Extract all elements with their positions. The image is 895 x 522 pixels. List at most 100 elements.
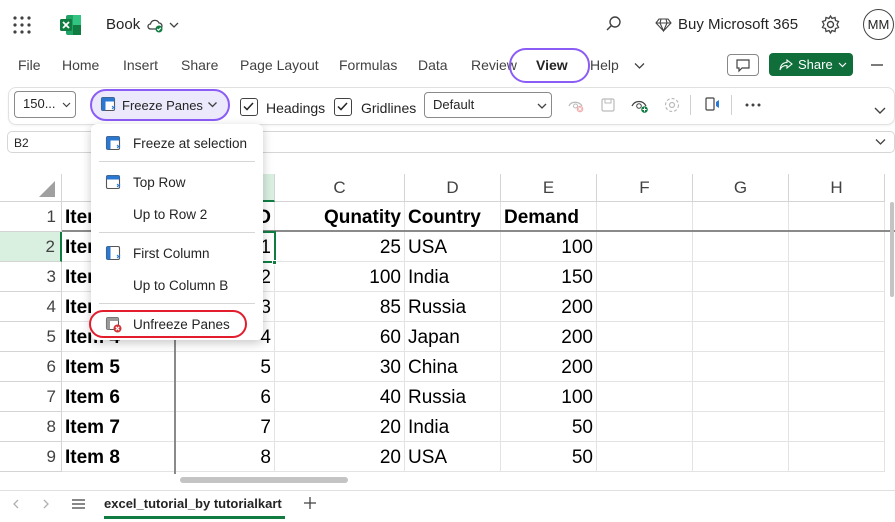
cell-empty[interactable] [693,232,789,262]
chevron-down-icon[interactable] [874,135,887,148]
cell-empty[interactable] [789,382,885,412]
chevron-down-icon[interactable] [168,19,180,31]
cell-d[interactable]: China [405,352,501,382]
comments-button[interactable] [727,54,759,76]
zoom-select[interactable]: 150... [14,91,76,118]
all-sheets-menu-icon[interactable] [71,497,86,511]
cell-e[interactable]: 50 [501,442,597,472]
row-header-5[interactable]: 5 [0,322,62,352]
cell-c[interactable]: 100 [275,262,405,292]
cell-e[interactable]: 50 [501,412,597,442]
gridlines-label[interactable]: Gridlines [361,100,416,116]
column-header-g[interactable]: G [693,174,789,202]
cell-c[interactable]: 30 [275,352,405,382]
new-view-icon[interactable] [631,96,649,114]
column-header-c[interactable]: C [275,174,405,202]
gridlines-checkbox[interactable] [334,98,352,116]
cell-empty[interactable] [693,292,789,322]
cell-c[interactable]: 20 [275,412,405,442]
cell-e1[interactable]: Demand [501,202,597,232]
cell-empty[interactable] [789,412,885,442]
cell-empty[interactable] [693,262,789,292]
cell-e[interactable]: 150 [501,262,597,292]
menu-item-first-column[interactable]: First Column [133,246,210,261]
cell-e[interactable]: 100 [501,232,597,262]
cell-empty[interactable] [597,232,693,262]
cell-empty[interactable] [789,322,885,352]
cell-empty[interactable] [693,202,789,232]
cell-empty[interactable] [693,382,789,412]
cell-empty[interactable] [597,202,693,232]
headings-label[interactable]: Headings [266,100,325,116]
cell-d[interactable]: Russia [405,382,501,412]
cell-empty[interactable] [789,262,885,292]
row-header-6[interactable]: 6 [0,352,62,382]
cell-b[interactable]: 8 [176,442,275,472]
cell-empty[interactable] [597,352,693,382]
chevron-right-icon[interactable] [40,498,52,510]
cell-b[interactable]: 5 [176,352,275,382]
cell-c[interactable]: 20 [275,442,405,472]
menu-item-up-to-row-2[interactable]: Up to Row 2 [133,207,207,222]
cell-empty[interactable] [597,442,693,472]
excel-logo-icon[interactable] [59,13,83,37]
cell-d[interactable]: Japan [405,322,501,352]
cell-empty[interactable] [789,232,885,262]
cell-style-select[interactable]: Default [424,92,552,118]
tab-data[interactable]: Data [418,57,448,73]
cell-a[interactable]: Item 7 [62,412,176,442]
cell-empty[interactable] [693,352,789,382]
row-header-3[interactable]: 3 [0,262,62,292]
menu-item-top-row[interactable]: Top Row [133,175,186,190]
tab-help[interactable]: Help [590,57,619,73]
cell-empty[interactable] [597,322,693,352]
cell-c[interactable]: 40 [275,382,405,412]
cell-e[interactable]: 200 [501,292,597,322]
row-header-2[interactable]: 2 [0,232,62,262]
tab-home[interactable]: Home [62,57,99,73]
workbook-title[interactable]: Book [106,16,140,33]
cell-empty[interactable] [693,322,789,352]
column-header-d[interactable]: D [405,174,501,202]
buy-microsoft-365-link[interactable]: Buy Microsoft 365 [678,16,798,33]
view-options-gear-icon[interactable] [663,96,681,114]
cell-empty[interactable] [597,412,693,442]
app-launcher-icon[interactable] [12,15,32,35]
row-header-4[interactable]: 4 [0,292,62,322]
add-sheet-icon[interactable] [303,496,317,510]
cell-empty[interactable] [789,292,885,322]
cell-d[interactable]: India [405,412,501,442]
cell-c[interactable]: 85 [275,292,405,322]
cell-c[interactable]: 60 [275,322,405,352]
cell-empty[interactable] [597,292,693,322]
tab-page-layout[interactable]: Page Layout [240,57,319,73]
avatar[interactable]: MM [863,9,894,40]
cell-e[interactable]: 200 [501,322,597,352]
immersive-reader-icon[interactable] [704,95,722,113]
cell-c1[interactable]: Qunatity [275,202,405,232]
search-icon[interactable] [605,15,623,33]
chevron-down-icon[interactable] [873,103,891,121]
gear-icon[interactable] [820,14,841,35]
cell-d[interactable]: India [405,262,501,292]
cell-empty[interactable] [597,262,693,292]
tab-share[interactable]: Share [181,57,218,73]
save-view-icon[interactable] [599,96,617,114]
column-header-e[interactable]: E [501,174,597,202]
cell-empty[interactable] [693,442,789,472]
cell-empty[interactable] [789,202,885,232]
cell-d[interactable]: Russia [405,292,501,322]
tab-formulas[interactable]: Formulas [339,57,397,73]
menu-item-up-to-column-b[interactable]: Up to Column B [133,278,228,293]
chevron-left-icon[interactable] [10,498,22,510]
cell-a[interactable]: Item 8 [62,442,176,472]
column-header-h[interactable]: H [789,174,885,202]
cell-d[interactable]: USA [405,442,501,472]
column-header-f[interactable]: F [597,174,693,202]
vertical-scrollbar[interactable] [890,202,894,297]
headings-checkbox[interactable] [240,98,258,116]
cell-b[interactable]: 7 [176,412,275,442]
more-commands-icon[interactable] [744,96,762,114]
cell-d1[interactable]: Country [405,202,501,232]
select-all-corner[interactable] [0,174,62,202]
